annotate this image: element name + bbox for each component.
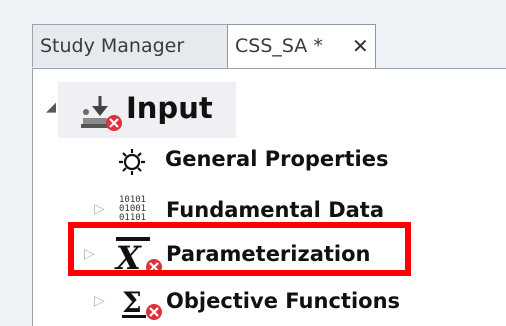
tree-item-objective-functions[interactable]: Objective Functions [166, 289, 400, 313]
tree-item-fundamental-data[interactable]: Fundamental Data [166, 198, 384, 222]
tab-css-sa-label: CSS_SA * [235, 35, 323, 57]
highlight-box [68, 222, 411, 276]
expand-arrow-icon[interactable]: ◢ [46, 100, 56, 115]
tab-study-manager[interactable]: Study Manager [32, 24, 228, 67]
tree-item-general-properties[interactable]: General Properties [165, 147, 389, 171]
tab-css-sa[interactable]: CSS_SA * ✕ [227, 24, 376, 70]
close-icon[interactable]: ✕ [352, 25, 369, 67]
expand-arrow-icon[interactable]: ▷ [94, 293, 105, 309]
tab-study-manager-label: Study Manager [40, 35, 185, 57]
binary-data-icon: 10101 01001 01101 [119, 195, 146, 223]
tab-bar: Study Manager CSS_SA * ✕ [0, 0, 506, 74]
svg-text:Σ: Σ [122, 286, 142, 319]
tree-item-input-label: Input [126, 91, 213, 125]
sigma-icon: Σ [122, 286, 162, 320]
input-download-icon [81, 96, 122, 131]
gear-icon [119, 149, 145, 175]
expand-arrow-icon[interactable]: ▷ [94, 201, 105, 217]
